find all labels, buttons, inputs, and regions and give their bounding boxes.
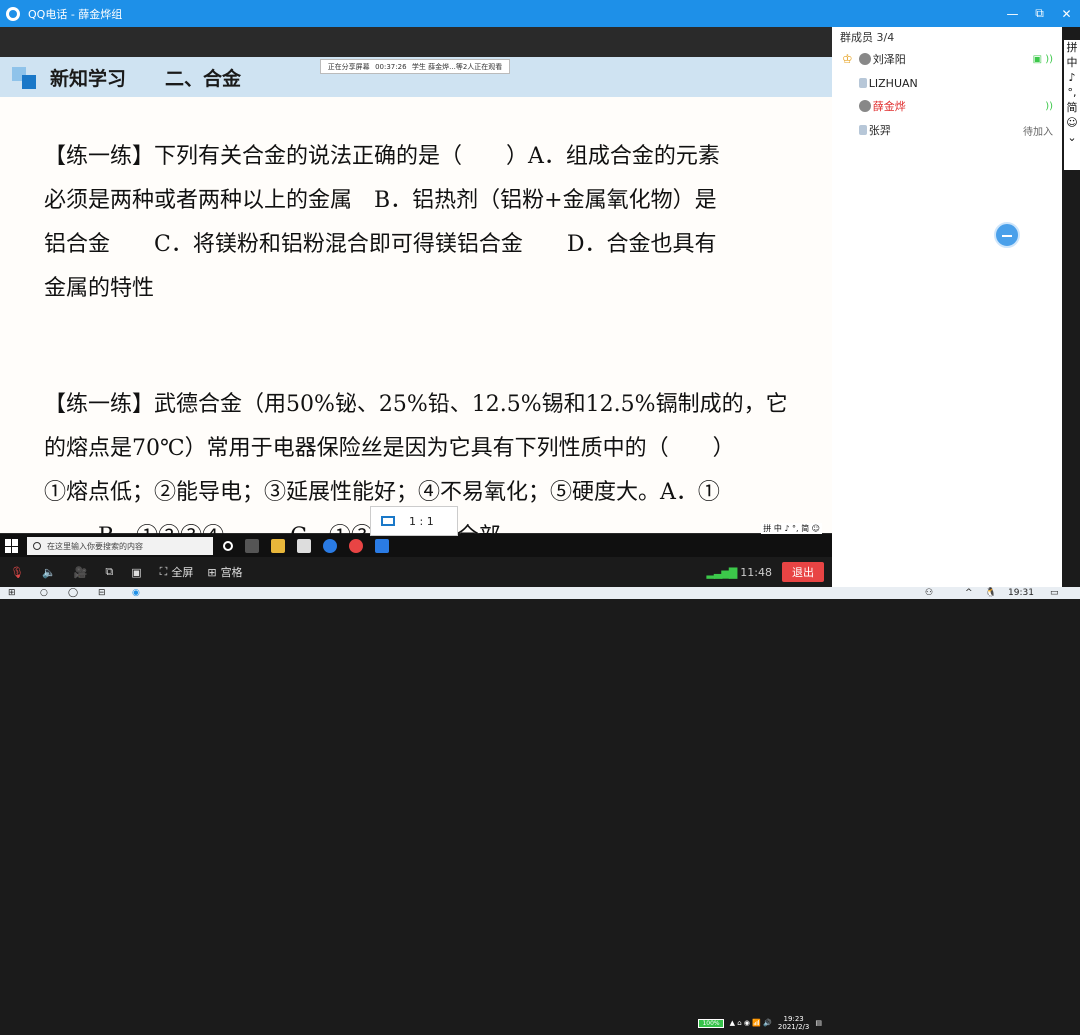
grid-icon: ⊞ xyxy=(207,565,217,579)
floating-assist-button[interactable] xyxy=(994,222,1020,248)
window-title: QQ电话 - 薛金烨组 xyxy=(28,7,123,21)
share-status-viewers: 学生 薛金烨...等2人正在观看 xyxy=(411,62,503,71)
task-view-icon[interactable] xyxy=(245,539,259,553)
member-name: LIZHUAN xyxy=(868,76,918,90)
inner-taskbar-apps xyxy=(223,539,389,553)
cortana-icon[interactable]: ◯ xyxy=(68,588,78,598)
member-panel: 群成员 3/4 ♔ 刘泽阳 ▣ )) ♔ LIZHUAN ♔ 薛金烨 )) ♔ … xyxy=(832,27,1062,587)
slide-logo-icon xyxy=(22,75,36,89)
exit-button[interactable]: 退出 xyxy=(782,562,824,582)
zoom-label: 1 : 1 xyxy=(409,514,434,528)
qq-logo-icon xyxy=(6,6,20,21)
call-control-bar: 🎙 🔈 🎥 ⧉ ▣ ⛶ 全屏 ⊞ 宫格 ▂▃▅▇ 11:48 退出 xyxy=(0,557,832,587)
inner-system-tray: 100% ▲ ⌂ ◉ 📶 🔊 19:23 2021/2/3 ▤ xyxy=(698,1011,822,1035)
shared-screen: 新知学习 二、合金 【练一练】下列有关合金的说法正确的是（ ）A．组成合金的元素… xyxy=(0,27,832,1031)
slide-topic: 二、合金 xyxy=(165,68,242,90)
monitor-icon xyxy=(381,516,395,526)
avatar xyxy=(858,78,867,88)
windows-start-icon[interactable]: ⊞ xyxy=(8,588,16,598)
member-status: 待加入 xyxy=(1023,126,1053,138)
signal-icon: ▂▃▅▇ xyxy=(706,565,737,579)
tray-icons[interactable]: ▲ ⌂ ◉ 📶 🔊 xyxy=(730,1019,772,1027)
speaker-icon[interactable]: 🔈 xyxy=(42,566,60,579)
qq-taskbar-icon[interactable]: ◉ xyxy=(132,588,140,598)
file-explorer-icon[interactable] xyxy=(271,539,285,553)
member-item[interactable]: ♔ 薛金烨 )) xyxy=(842,96,1057,116)
inner-clock[interactable]: 19:23 2021/2/3 xyxy=(778,1015,809,1031)
avatar xyxy=(858,125,867,135)
battery-indicator[interactable]: 100% xyxy=(698,1018,724,1028)
camera-off-icon[interactable]: 🎥 xyxy=(74,566,92,579)
fullscreen-button[interactable]: ⛶ 全屏 xyxy=(160,564,194,580)
mail-icon[interactable] xyxy=(375,539,389,553)
notification-icon[interactable]: ▭ xyxy=(1050,588,1059,598)
slide: 新知学习 二、合金 【练一练】下列有关合金的说法正确的是（ ）A．组成合金的元素… xyxy=(0,57,832,1031)
slide-section: 新知学习 xyxy=(50,68,127,90)
whiteboard-icon[interactable]: ▣ xyxy=(131,566,145,579)
people-icon[interactable]: ⚇ xyxy=(925,588,933,598)
windows-start-icon[interactable] xyxy=(5,539,19,553)
member-count: 群成员 3/4 xyxy=(840,31,895,44)
question-line: 【练一练】下列有关合金的说法正确的是（ ）A．组成合金的元素 xyxy=(44,144,720,169)
task-view-icon[interactable]: ⊟ xyxy=(98,588,106,598)
title-bar: QQ电话 - 薛金烨组 — ⧉ ✕ xyxy=(0,0,1080,27)
voice-icon: )) xyxy=(1045,100,1053,112)
question-line: 铝合金 C．将镁粉和铝粉混合即可得镁铝合金 D．合金也具有 xyxy=(44,232,717,257)
question-line: 【练一练】武德合金（用50%铋、25%铅、12.5%锡和12.5%镉制成的，它 xyxy=(44,392,788,417)
fullscreen-icon: ⛶ xyxy=(159,565,168,578)
window-controls: — ⧉ ✕ xyxy=(999,0,1080,27)
inner-ime-bar[interactable]: 拼 中 ♪ °, 简 ☺ xyxy=(761,523,822,534)
search-icon xyxy=(33,542,41,550)
outer-taskbar: ⊞ ○ ◯ ⊟ ◉ ⚇ ^ 🐧 19:31 ▭ xyxy=(0,587,1080,599)
share-status-bar: 正在分享屏幕 00:37:26 学生 薛金烨...等2人正在观看 xyxy=(320,59,510,74)
close-button[interactable]: ✕ xyxy=(1053,0,1080,27)
qq-tray-icon[interactable]: 🐧 xyxy=(985,588,996,598)
search-placeholder: 在这里输入你要搜索的内容 xyxy=(47,541,143,551)
member-name: 张羿 xyxy=(868,124,891,137)
question-1: 【练一练】下列有关合金的说法正确的是（ ）A．组成合金的元素 必须是两种或者两种… xyxy=(44,135,804,311)
avatar xyxy=(858,100,871,112)
avatar xyxy=(858,53,871,65)
search-icon[interactable]: ○ xyxy=(40,588,48,598)
inner-taskbar: 在这里输入你要搜索的内容 100% ▲ ⌂ ◉ 📶 🔊 19:23 2021/2… xyxy=(0,534,832,1031)
outer-clock[interactable]: 19:31 xyxy=(1008,588,1034,598)
question-line: 必须是两种或者两种以上的金属 B．铝热剂（铝粉+金属氧化物）是 xyxy=(44,188,717,213)
screen-voice-icon: ▣ )) xyxy=(1032,53,1053,65)
store-icon[interactable] xyxy=(297,539,311,553)
cortana-icon[interactable] xyxy=(223,541,233,551)
app-icon[interactable] xyxy=(349,539,363,553)
tray-arrow-icon[interactable]: ^ xyxy=(965,588,973,598)
grid-button[interactable]: ⊞ 宫格 xyxy=(207,564,242,580)
member-item[interactable]: ♔ LIZHUAN xyxy=(842,73,1057,93)
call-timer: ▂▃▅▇ 11:48 xyxy=(706,565,772,579)
member-name: 薛金烨 xyxy=(872,100,906,113)
question-line: 的熔点是70℃）常用于电器保险丝是因为它具有下列性质中的（ ） xyxy=(44,436,735,461)
host-icon: ♔ xyxy=(842,52,853,66)
notification-icon[interactable]: ▤ xyxy=(815,1019,822,1027)
mic-off-icon[interactable]: 🎙 xyxy=(10,566,28,579)
member-item[interactable]: ♔ 张羿 待加入 xyxy=(842,120,1057,140)
member-name: 刘泽阳 xyxy=(872,53,906,66)
browser-icon[interactable] xyxy=(323,539,337,553)
share-screen-icon[interactable]: ⧉ xyxy=(105,565,117,579)
share-status-time: 00:37:26 xyxy=(375,62,407,71)
inner-search-box[interactable]: 在这里输入你要搜索的内容 xyxy=(27,537,213,555)
zoom-indicator[interactable]: 1 : 1 xyxy=(370,506,458,536)
question-line: 金属的特性 xyxy=(44,276,155,301)
minimize-button[interactable]: — xyxy=(999,0,1026,27)
member-item[interactable]: ♔ 刘泽阳 ▣ )) xyxy=(842,49,1057,69)
ime-toolbar[interactable]: 拼 中 ♪ °, 简 ☺ ⌄ xyxy=(1064,40,1080,170)
share-status-label: 正在分享屏幕 xyxy=(327,62,370,71)
restore-button[interactable]: ⧉ xyxy=(1026,0,1053,27)
